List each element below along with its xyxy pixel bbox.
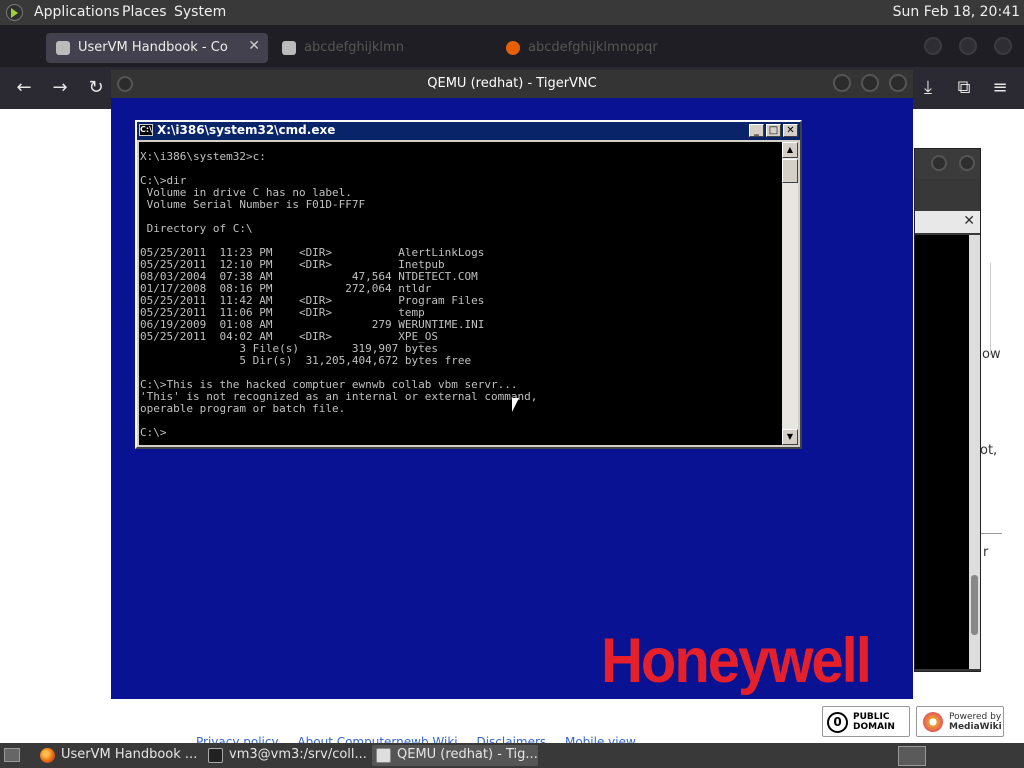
remote-desktop[interactable]: C:\ X:\i386\system32\cmd.exe _ □ ✕ X:\i3…	[111, 98, 913, 699]
badge-line: DOMAIN	[853, 722, 895, 732]
scroll-up-arrow-icon[interactable]: ▲	[782, 142, 798, 158]
minimize-button[interactable]	[923, 37, 942, 55]
minimize-button[interactable]	[931, 155, 947, 171]
mouse-pointer-icon	[512, 398, 519, 412]
system-menu[interactable]: System	[174, 4, 226, 20]
bottom-taskbar: UserVM Handbook ... vm3@vm3:/srv/coll...…	[0, 743, 1024, 768]
maximize-button[interactable]: □	[766, 124, 781, 137]
mediawiki-logo-icon	[923, 712, 943, 732]
reload-icon[interactable]: ↻	[85, 77, 107, 99]
extensions-icon[interactable]: ⧉	[953, 77, 975, 99]
page-text-fragment: ot,	[980, 443, 998, 458]
tab-label: abcdefghijklmn	[304, 40, 404, 55]
divider	[990, 263, 991, 355]
terminal-area[interactable]	[915, 235, 971, 669]
public-domain-icon: 0	[827, 712, 848, 733]
cmd-titlebar[interactable]: C:\ X:\i386\system32\cmd.exe _ □ ✕	[137, 122, 800, 140]
taskbar-label: QEMU (redhat) - Tig...	[397, 747, 538, 762]
vnc-icon	[376, 748, 391, 763]
firefox-icon	[40, 748, 55, 763]
window-title: QEMU (redhat) - TigerVNC	[427, 76, 597, 91]
firefox-icon	[506, 41, 520, 55]
site-favicon-icon	[56, 41, 70, 55]
taskbar-item-qemu[interactable]: QEMU (redhat) - Tig...	[372, 745, 538, 766]
cmd-scrollbar[interactable]: ▲ ▼	[782, 142, 798, 445]
cmd-window[interactable]: C:\ X:\i386\system32\cmd.exe _ □ ✕ X:\i3…	[135, 120, 802, 449]
maximize-button[interactable]	[860, 74, 879, 92]
scroll-down-arrow-icon[interactable]: ▼	[782, 429, 798, 445]
tab-bar: UserVM Handbook - Compu ✕ abcdefghijklmn…	[0, 25, 1024, 67]
scrollbar-thumb[interactable]	[782, 159, 798, 183]
page-text-fragment: r	[983, 545, 989, 560]
places-menu[interactable]: Places	[122, 4, 167, 20]
taskbar-label: UserVM Handbook ...	[61, 747, 198, 762]
maximize-button[interactable]	[959, 155, 975, 171]
show-desktop-icon[interactable]	[4, 748, 20, 762]
terminal-icon	[208, 748, 223, 763]
close-button[interactable]	[994, 37, 1012, 55]
tab-userm-handbook[interactable]: UserVM Handbook - Compu ✕	[46, 33, 268, 63]
background-terminal-window[interactable]: ✕	[914, 148, 981, 672]
distro-logo-icon[interactable]	[6, 4, 23, 21]
close-button[interactable]: ✕	[783, 124, 798, 137]
minimize-button[interactable]: _	[749, 124, 764, 137]
back-arrow-icon[interactable]: ←	[13, 77, 35, 99]
page-text-fragment: ow	[982, 347, 1001, 362]
vnc-titlebar[interactable]: QEMU (redhat) - TigerVNC	[111, 70, 913, 98]
tab-close-icon[interactable]: ✕	[248, 38, 260, 54]
honeywell-logo: Honeywell	[601, 626, 872, 697]
minimize-button[interactable]	[832, 74, 851, 92]
scrollbar-thumb[interactable]	[971, 575, 978, 635]
site-favicon-icon	[282, 41, 296, 55]
divider	[978, 533, 1002, 534]
public-domain-badge[interactable]: 0 PUBLIC DOMAIN	[822, 706, 910, 737]
window-controls	[827, 74, 907, 96]
top-panel: Applications Places System Sun Feb 18, 2…	[0, 0, 1024, 25]
download-icon[interactable]: ⤓	[917, 77, 939, 99]
hamburger-menu-icon[interactable]: ≡	[989, 77, 1011, 99]
close-button[interactable]	[889, 74, 907, 92]
window-titlebar[interactable]	[915, 149, 980, 179]
tab-third[interactable]: abcdefghijklmnopqr	[496, 33, 896, 63]
taskbar-item-terminal[interactable]: vm3@vm3:/srv/coll...	[204, 745, 366, 766]
tab-second[interactable]: abcdefghijklmn	[272, 33, 492, 63]
system-tray-icon[interactable]	[898, 746, 926, 766]
mediawiki-badge[interactable]: Powered by MediaWiki	[916, 706, 1004, 737]
mouse-pointer-icon	[70, 715, 77, 729]
cmd-icon[interactable]: C:\	[139, 124, 153, 136]
cmd-console-output[interactable]: X:\i386\system32>c: C:\>dir Volume in dr…	[139, 142, 782, 445]
maximize-button[interactable]	[958, 37, 977, 55]
taskbar-label: vm3@vm3:/srv/coll...	[229, 747, 366, 762]
vnc-window: QEMU (redhat) - TigerVNC C:\ X:\i386\sys…	[111, 70, 913, 699]
close-icon[interactable]: ✕	[963, 213, 975, 229]
applications-menu[interactable]: Applications	[34, 4, 120, 20]
taskbar-item-firefox[interactable]: UserVM Handbook ...	[36, 745, 198, 766]
badge-line: PUBLIC	[853, 712, 890, 722]
forward-arrow-icon[interactable]: →	[49, 77, 71, 99]
badge-line: Powered by	[949, 712, 1002, 722]
scrollbar[interactable]	[969, 235, 980, 669]
browser-window-controls	[912, 37, 1012, 59]
tab-label: UserVM Handbook - Compu	[78, 40, 228, 55]
cmd-title: X:\i386\system32\cmd.exe	[157, 123, 336, 137]
badge-line: MediaWiki	[949, 722, 1002, 732]
clock[interactable]: Sun Feb 18, 20:41	[893, 4, 1020, 20]
tab-label: abcdefghijklmnopqr	[528, 40, 658, 55]
